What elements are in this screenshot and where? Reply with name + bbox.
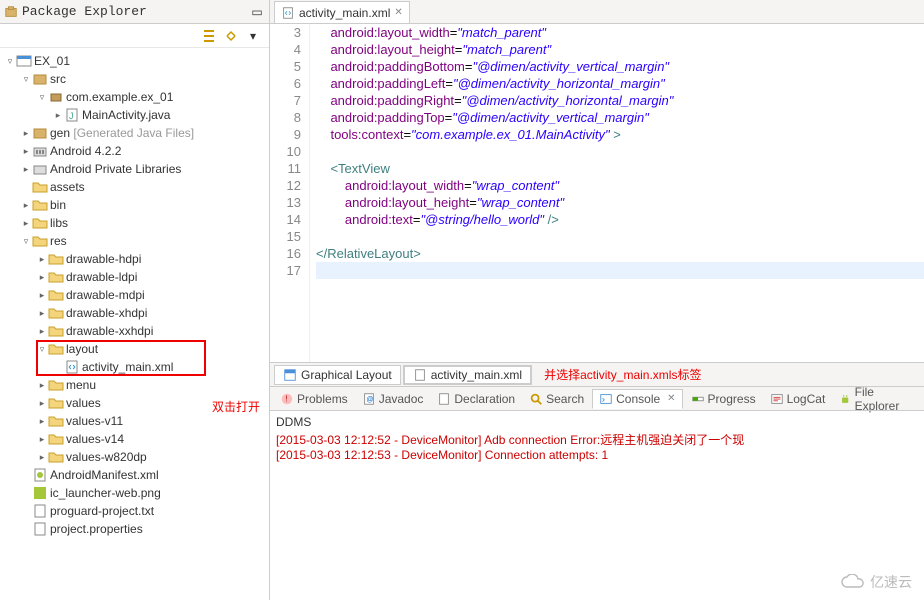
declaration-icon bbox=[437, 392, 451, 406]
svg-text:!: ! bbox=[285, 394, 287, 403]
activity-main-xml-file[interactable]: activity_main.xml bbox=[0, 358, 269, 376]
libs-folder[interactable]: ▸libs bbox=[0, 214, 269, 232]
editor-tab-activity-main[interactable]: activity_main.xml ✕ bbox=[274, 1, 410, 23]
console-line: [2015-03-03 12:12:53 - DeviceMonitor] Co… bbox=[276, 448, 918, 462]
editor-bottom-tabs: Graphical Layout activity_main.xml 并选择ac… bbox=[270, 362, 924, 386]
view-menu-icon[interactable]: ▾ bbox=[245, 28, 261, 44]
package-explorer-toolbar: ▾ bbox=[0, 24, 269, 48]
drawable-folder[interactable]: ▸drawable-xxhdpi bbox=[0, 322, 269, 340]
project-props-file[interactable]: project.properties bbox=[0, 520, 269, 538]
activity-main-xml-tab[interactable]: activity_main.xml bbox=[403, 365, 532, 385]
search-view-tab[interactable]: Search bbox=[523, 390, 590, 408]
javadoc-view-tab[interactable]: @Javadoc bbox=[356, 390, 430, 408]
src-folder[interactable]: ▿src bbox=[0, 70, 269, 88]
svg-text:@: @ bbox=[366, 396, 373, 403]
drawable-folder[interactable]: ▸drawable-hdpi bbox=[0, 250, 269, 268]
minimize-icon[interactable]: ▭ bbox=[249, 4, 265, 20]
cloud-icon bbox=[840, 574, 866, 590]
menu-folder[interactable]: ▸menu bbox=[0, 376, 269, 394]
android-icon bbox=[839, 392, 851, 406]
problems-view-tab[interactable]: !Problems bbox=[274, 390, 354, 408]
close-icon[interactable]: ✕ bbox=[667, 393, 675, 404]
editor-tabbar: activity_main.xml ✕ bbox=[270, 0, 924, 24]
link-editor-icon[interactable] bbox=[223, 28, 239, 44]
drawable-folder[interactable]: ▸drawable-xhdpi bbox=[0, 304, 269, 322]
layout-folder[interactable]: ▿layout bbox=[0, 340, 269, 358]
assets-folder[interactable]: assets bbox=[0, 178, 269, 196]
code-editor[interactable]: 34567891011121314151617 android:layout_w… bbox=[270, 24, 924, 362]
logcat-view-tab[interactable]: LogCat bbox=[764, 390, 832, 408]
private-libs[interactable]: ▸Android Private Libraries bbox=[0, 160, 269, 178]
collapse-all-icon[interactable] bbox=[201, 28, 217, 44]
annotation-select-tab: 并选择activity_main.xmls标签 bbox=[544, 366, 701, 383]
package-explorer-panel: Package Explorer ▭ ▾ ▿EX_01 ▿src ▿com.ex… bbox=[0, 0, 270, 600]
package-icon bbox=[4, 5, 18, 19]
problems-icon: ! bbox=[280, 392, 294, 406]
values-folder[interactable]: ▸values-v14 bbox=[0, 430, 269, 448]
declaration-view-tab[interactable]: Declaration bbox=[431, 390, 521, 408]
xml-file-icon bbox=[413, 368, 427, 382]
package-explorer-title: Package Explorer bbox=[22, 4, 249, 19]
xml-file-icon bbox=[281, 6, 295, 20]
console-view-tab[interactable]: Console✕ bbox=[592, 389, 682, 409]
annotation-double-click: 双击打开 bbox=[212, 398, 260, 415]
editor-area: activity_main.xml ✕ 34567891011121314151… bbox=[270, 0, 924, 600]
project-node[interactable]: ▿EX_01 bbox=[0, 52, 269, 70]
proguard-file[interactable]: proguard-project.txt bbox=[0, 502, 269, 520]
logcat-icon bbox=[770, 392, 784, 406]
line-gutter: 34567891011121314151617 bbox=[270, 24, 310, 362]
bin-folder[interactable]: ▸bin bbox=[0, 196, 269, 214]
project-tree: ▿EX_01 ▿src ▿com.example.ex_01 ▸JMainAct… bbox=[0, 48, 269, 600]
drawable-folder[interactable]: ▸drawable-ldpi bbox=[0, 268, 269, 286]
search-icon bbox=[529, 392, 543, 406]
launcher-image-file[interactable]: ic_launcher-web.png bbox=[0, 484, 269, 502]
code-content[interactable]: android:layout_width="match_parent" andr… bbox=[310, 24, 924, 362]
manifest-file[interactable]: AndroidManifest.xml bbox=[0, 466, 269, 484]
res-folder[interactable]: ▿res bbox=[0, 232, 269, 250]
android-lib[interactable]: ▸Android 4.2.2 bbox=[0, 142, 269, 160]
drawable-folder[interactable]: ▸drawable-mdpi bbox=[0, 286, 269, 304]
editor-tab-label: activity_main.xml bbox=[299, 6, 390, 20]
progress-icon bbox=[691, 392, 705, 406]
console-icon bbox=[599, 392, 613, 406]
package-explorer-header: Package Explorer ▭ bbox=[0, 0, 269, 24]
package-node[interactable]: ▿com.example.ex_01 bbox=[0, 88, 269, 106]
console-line: [2015-03-03 12:12:52 - DeviceMonitor] Ad… bbox=[276, 431, 918, 448]
progress-view-tab[interactable]: Progress bbox=[685, 390, 762, 408]
javadoc-icon: @ bbox=[362, 392, 376, 406]
views-tabbar: !Problems @Javadoc Declaration Search Co… bbox=[270, 386, 924, 410]
graphical-layout-tab[interactable]: Graphical Layout bbox=[274, 365, 401, 385]
watermark: 亿速云 bbox=[840, 572, 912, 592]
svg-text:J: J bbox=[69, 111, 74, 121]
close-tab-icon[interactable]: ✕ bbox=[394, 7, 402, 18]
layout-icon bbox=[283, 368, 297, 382]
gen-folder[interactable]: ▸gen [Generated Java Files] bbox=[0, 124, 269, 142]
java-file[interactable]: ▸JMainActivity.java bbox=[0, 106, 269, 124]
console-panel[interactable]: DDMS [2015-03-03 12:12:52 - DeviceMonito… bbox=[270, 410, 924, 600]
console-title: DDMS bbox=[276, 415, 918, 429]
values-folder[interactable]: ▸values-w820dp bbox=[0, 448, 269, 466]
